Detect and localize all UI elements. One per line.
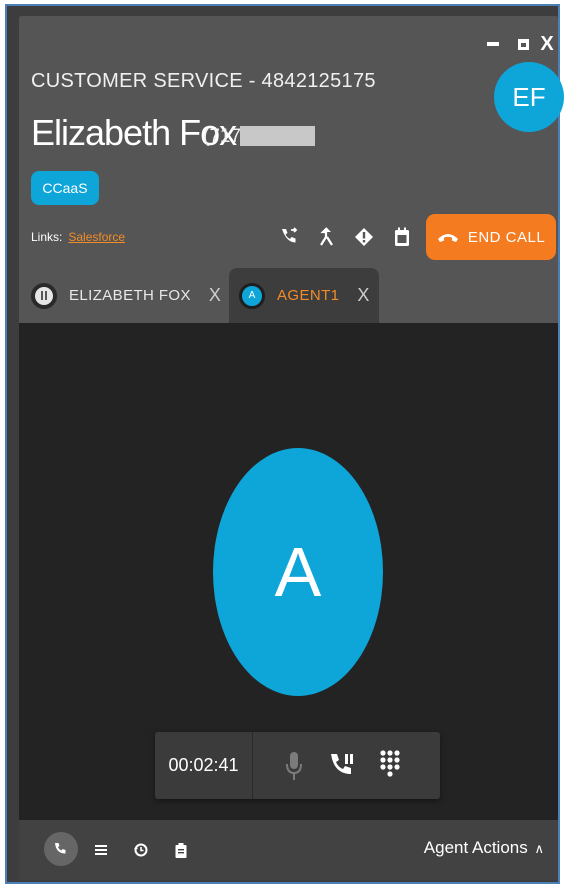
history-icon[interactable]	[126, 835, 156, 865]
queue-label: CUSTOMER SERVICE - 4842125175	[31, 70, 376, 92]
maximize-button[interactable]	[513, 32, 533, 56]
softphone-panel: X CUSTOMER SERVICE - 4842125175 Elizabet…	[19, 16, 564, 880]
links-label: Links:	[31, 230, 63, 244]
agent-actions-button[interactable]: Agent Actions ∧	[424, 838, 544, 858]
calendar-icon[interactable]	[390, 225, 414, 249]
customer-avatar: EF	[494, 62, 564, 132]
links-row: Links: Salesforce	[31, 230, 125, 244]
customer-phone: (717	[203, 126, 242, 147]
phone-icon[interactable]	[44, 832, 78, 866]
call-header: X CUSTOMER SERVICE - 4842125175 Elizabet…	[19, 16, 564, 323]
tab-agent1[interactable]: A AGENT1 X	[229, 268, 379, 323]
microphone-icon[interactable]	[279, 749, 309, 783]
minimize-icon	[487, 42, 499, 46]
tab-elizabeth-fox[interactable]: ELIZABETH FOX X	[31, 268, 229, 323]
end-call-button[interactable]: END CALL	[426, 214, 556, 260]
chevron-up-icon: ∧	[534, 841, 544, 856]
hangup-icon	[437, 234, 458, 242]
close-button[interactable]: X	[537, 32, 557, 56]
clipboard-icon[interactable]	[166, 835, 196, 865]
call-timer: 00:02:41	[155, 732, 253, 799]
softphone-window: X CUSTOMER SERVICE - 4842125175 Elizabet…	[5, 4, 564, 884]
pause-icon	[31, 282, 57, 309]
agent-actions-label: Agent Actions	[423, 838, 528, 857]
salesforce-link[interactable]: Salesforce	[68, 230, 125, 244]
channel-tag[interactable]: CCaaS	[31, 171, 99, 205]
agent-avatar: A	[213, 448, 383, 696]
tab-avatar: A	[239, 282, 265, 309]
hold-icon[interactable]	[327, 749, 357, 783]
footer-bar: Agent Actions ∧	[19, 820, 558, 880]
list-icon[interactable]	[86, 835, 116, 865]
tab-close-button[interactable]: X	[209, 285, 221, 306]
call-controls: 00:02:41	[155, 732, 440, 799]
redacted-phone-block	[240, 126, 315, 146]
tab-label: AGENT1	[277, 287, 340, 304]
maximize-icon	[517, 38, 529, 50]
dialpad-icon[interactable]	[375, 749, 405, 783]
minimize-button[interactable]	[484, 32, 502, 56]
tab-label: ELIZABETH FOX	[69, 287, 191, 304]
alert-icon[interactable]	[352, 225, 376, 249]
tab-close-button[interactable]: X	[357, 285, 369, 306]
transfer-call-icon[interactable]	[277, 225, 301, 249]
end-call-label: END CALL	[467, 228, 546, 246]
merge-icon[interactable]	[315, 225, 339, 249]
